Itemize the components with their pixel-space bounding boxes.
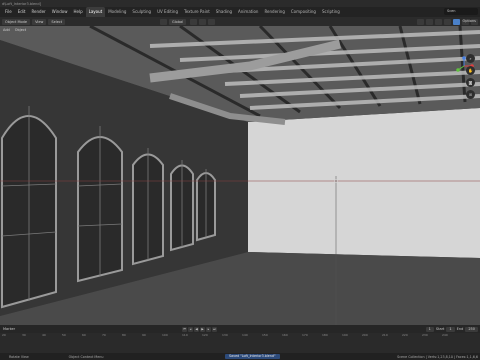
status-bar: Rotate View Object Context Menu Saved "L… xyxy=(0,353,480,360)
ruler-tick: 60 xyxy=(82,333,86,337)
scene-render xyxy=(0,26,480,325)
ruler-tick: 110 xyxy=(182,333,188,337)
jump-end-icon[interactable]: ⏭ xyxy=(212,326,217,332)
next-keyframe-icon[interactable]: ▸ xyxy=(206,326,211,332)
overlay-toggle-icon[interactable] xyxy=(435,18,442,25)
menu-file[interactable]: File xyxy=(2,7,15,17)
ruler-tick: 190 xyxy=(342,333,348,337)
ruler-tick: 170 xyxy=(302,333,308,337)
ruler-tick: 90 xyxy=(142,333,146,337)
pivot-icon[interactable] xyxy=(190,18,198,25)
ruler-tick: 50 xyxy=(62,333,66,337)
play-reverse-icon[interactable]: ◀ xyxy=(194,326,199,332)
timeline-header: Marker ⏮ ◂ ◀ ▶ ▸ ⏭ 1 Start 1 End 250 xyxy=(0,325,480,333)
frame-ruler: 20 30 40 50 60 70 80 90 100 110 120 130 … xyxy=(0,333,480,339)
scene-stats: Scene Collection | Verts:1,23,8,10 | Fac… xyxy=(397,354,478,359)
menu-window[interactable]: Window xyxy=(49,7,71,17)
ruler-tick: 70 xyxy=(102,333,106,337)
ruler-tick: 120 xyxy=(202,333,208,337)
ruler-tick: 80 xyxy=(122,333,126,337)
ruler-tick: 210 xyxy=(382,333,388,337)
ruler-tick: 30 xyxy=(22,333,26,337)
ruler-tick: 40 xyxy=(42,333,46,337)
ruler-tick: 130 xyxy=(222,333,228,337)
proportional-edit-icon[interactable] xyxy=(208,18,216,25)
timeline-area[interactable]: 20 30 40 50 60 70 80 90 100 110 120 130 … xyxy=(0,333,480,353)
ruler-tick: 180 xyxy=(322,333,328,337)
save-notification: Saved "Loft_Interior3.blend" xyxy=(225,354,280,359)
mode-dropdown[interactable]: Object Mode xyxy=(2,18,31,25)
object-toolbar: Add Object xyxy=(0,26,480,34)
view-menu[interactable]: View xyxy=(32,18,47,25)
ruler-tick: 230 xyxy=(422,333,428,337)
ruler-tick: 20 xyxy=(2,333,6,337)
tab-compositing[interactable]: Compositing xyxy=(288,7,319,17)
orientation-icon[interactable] xyxy=(160,18,167,25)
ruler-tick: 200 xyxy=(362,333,368,337)
ruler-tick: 140 xyxy=(242,333,248,337)
snap-icon[interactable] xyxy=(199,18,207,25)
gizmo-toggle-icon[interactable] xyxy=(426,18,433,25)
options-dropdown[interactable]: Options xyxy=(462,17,476,26)
transform-controls: Global xyxy=(160,18,216,25)
jump-start-icon[interactable]: ⏮ xyxy=(182,326,187,332)
perspective-toggle-icon[interactable]: ⊞ xyxy=(466,90,475,99)
back-wall xyxy=(248,108,480,258)
ruler-tick: 240 xyxy=(442,333,448,337)
frame-range: 1 Start 1 End 250 xyxy=(425,326,478,332)
tab-modeling[interactable]: Modeling xyxy=(105,7,129,17)
end-label: End xyxy=(456,327,464,331)
3d-viewport[interactable]: ⌕ ✋ ◙ ⊞ xyxy=(0,26,480,325)
xray-icon[interactable] xyxy=(444,18,451,25)
ruler-tick: 150 xyxy=(262,333,268,337)
marker-menu[interactable]: Marker xyxy=(3,327,15,331)
menu-edit[interactable]: Edit xyxy=(15,7,29,17)
status-hint-context-menu: Object Context Menu xyxy=(68,354,104,359)
ruler-tick: 220 xyxy=(402,333,408,337)
camera-view-icon[interactable]: ◙ xyxy=(466,78,475,87)
play-icon[interactable]: ▶ xyxy=(200,326,205,332)
status-hint-rotate: Rotate View xyxy=(9,354,29,359)
menu-help[interactable]: Help xyxy=(70,7,85,17)
scene-selector[interactable]: Scen xyxy=(444,8,478,15)
window-title: d\Loft_Interior3.blend] xyxy=(2,1,41,6)
top-menubar: File Edit Render Window Help Layout Mode… xyxy=(0,7,480,17)
viewport-header: Object Mode View Select Global xyxy=(0,17,480,26)
tab-animation[interactable]: Animation xyxy=(235,7,261,17)
visibility-icon[interactable] xyxy=(417,18,424,25)
tab-layout[interactable]: Layout xyxy=(85,7,106,17)
window-titlebar: d\Loft_Interior3.blend] xyxy=(0,0,480,7)
object-menu[interactable]: Object xyxy=(15,28,26,32)
menu-render[interactable]: Render xyxy=(28,7,48,17)
pan-hand-icon[interactable]: ✋ xyxy=(466,66,475,75)
select-menu[interactable]: Select xyxy=(48,18,66,25)
playback-controls: ⏮ ◂ ◀ ▶ ▸ ⏭ xyxy=(182,326,217,332)
add-menu[interactable]: Add xyxy=(3,28,10,32)
solid-shading-icon[interactable] xyxy=(453,18,460,25)
tab-shading[interactable]: Shading xyxy=(213,7,235,17)
ruler-tick: 160 xyxy=(282,333,288,337)
start-frame-field[interactable]: 1 xyxy=(446,326,455,332)
ruler-tick: 100 xyxy=(162,333,168,337)
start-label: Start xyxy=(435,327,445,331)
tab-scripting[interactable]: Scripting xyxy=(319,7,343,17)
tab-uv-editing[interactable]: UV Editing xyxy=(154,7,181,17)
current-frame-field[interactable]: 1 xyxy=(425,326,434,332)
prev-keyframe-icon[interactable]: ◂ xyxy=(188,326,193,332)
tab-texture-paint[interactable]: Texture Paint xyxy=(181,7,213,17)
zoom-icon[interactable]: ⌕ xyxy=(466,54,475,63)
end-frame-field[interactable]: 250 xyxy=(465,326,478,332)
tab-sculpting[interactable]: Sculpting xyxy=(129,7,154,17)
transform-orientation-dropdown[interactable]: Global xyxy=(169,18,187,25)
tab-rendering[interactable]: Rendering xyxy=(261,7,287,17)
